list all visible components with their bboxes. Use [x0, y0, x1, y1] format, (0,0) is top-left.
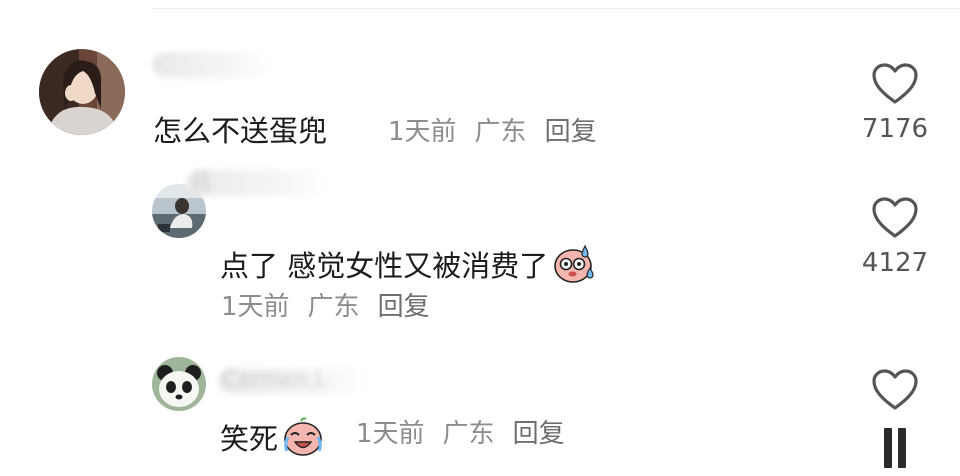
username[interactable]: 吕: [186, 170, 326, 196]
comment-location: 广东: [442, 419, 495, 449]
username[interactable]: Carmen.L: [218, 368, 368, 394]
comment-location: 广东: [474, 117, 527, 147]
comment-text: 点了 感觉女性又被消费了: [220, 242, 594, 284]
comment-text: 笑死: [220, 415, 324, 457]
like-button[interactable]: 7176: [855, 62, 935, 146]
top-divider: [152, 8, 960, 9]
comment-time: 1天前: [356, 419, 425, 449]
reply-button[interactable]: 回复: [545, 117, 597, 147]
avatar[interactable]: [39, 49, 125, 135]
comment-text-content: 笑死: [220, 422, 279, 456]
like-count: 7176: [861, 114, 929, 144]
like-button[interactable]: 4127: [855, 196, 935, 280]
comment-time: 1天前: [388, 117, 457, 147]
scroll-indicator[interactable]: [884, 428, 914, 468]
heart-icon: [872, 197, 918, 238]
sweat-face-emoji: [552, 242, 594, 284]
laugh-cry-emoji: [282, 415, 324, 457]
comment-meta: 1天前 广东 回复: [221, 290, 448, 324]
comment-meta: 1天前 广东 回复: [356, 417, 583, 451]
comment-text-content: 点了 感觉女性又被消费了: [220, 249, 549, 283]
heart-icon: [872, 63, 918, 104]
comment-text: 怎么不送蛋兜: [153, 113, 327, 149]
heart-icon: [872, 369, 918, 410]
comment-location: 广东: [307, 292, 360, 322]
avatar[interactable]: [152, 357, 206, 411]
comment-text-content: 怎么不送蛋兜: [153, 114, 328, 148]
reply-button[interactable]: 回复: [378, 292, 430, 322]
like-button[interactable]: [855, 368, 935, 418]
like-count: 4127: [861, 248, 929, 278]
comment-meta: 1天前 广东 回复: [388, 115, 615, 149]
comment-time: 1天前: [221, 292, 290, 322]
username[interactable]: ·: [152, 52, 270, 78]
reply-button[interactable]: 回复: [513, 419, 565, 449]
